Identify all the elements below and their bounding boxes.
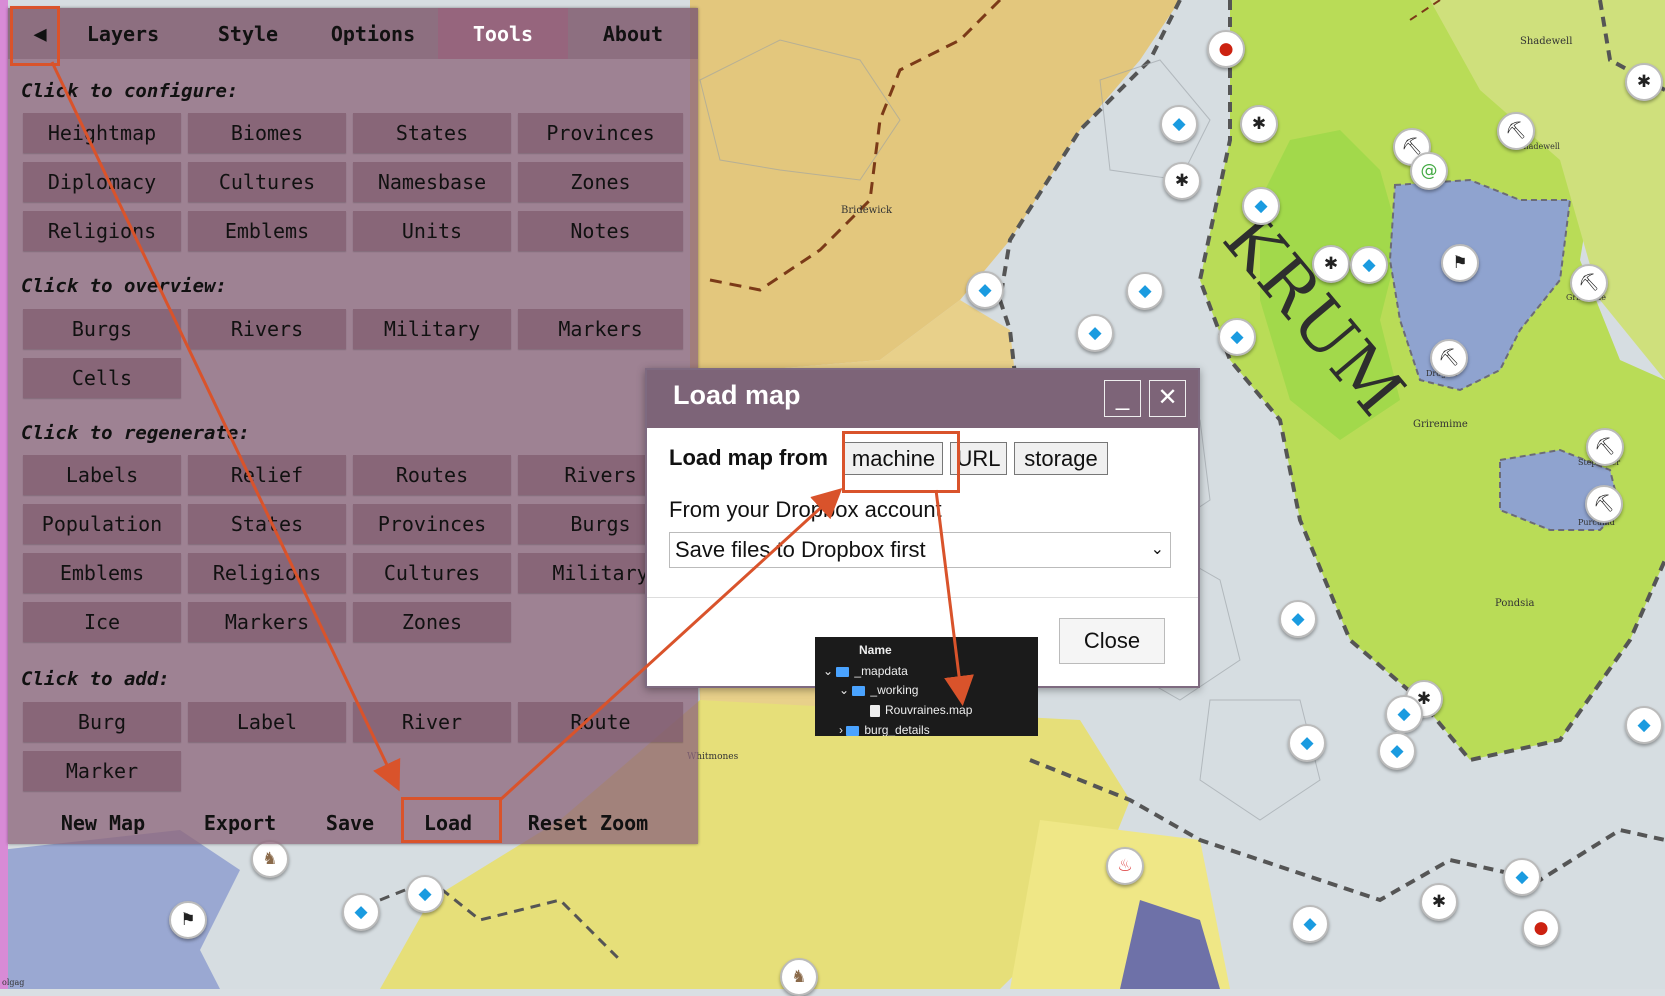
annotation-arrow <box>934 489 974 706</box>
annotation-arrows <box>50 61 974 802</box>
annotation-arrow <box>498 487 843 802</box>
annotation-arrow <box>50 61 401 792</box>
